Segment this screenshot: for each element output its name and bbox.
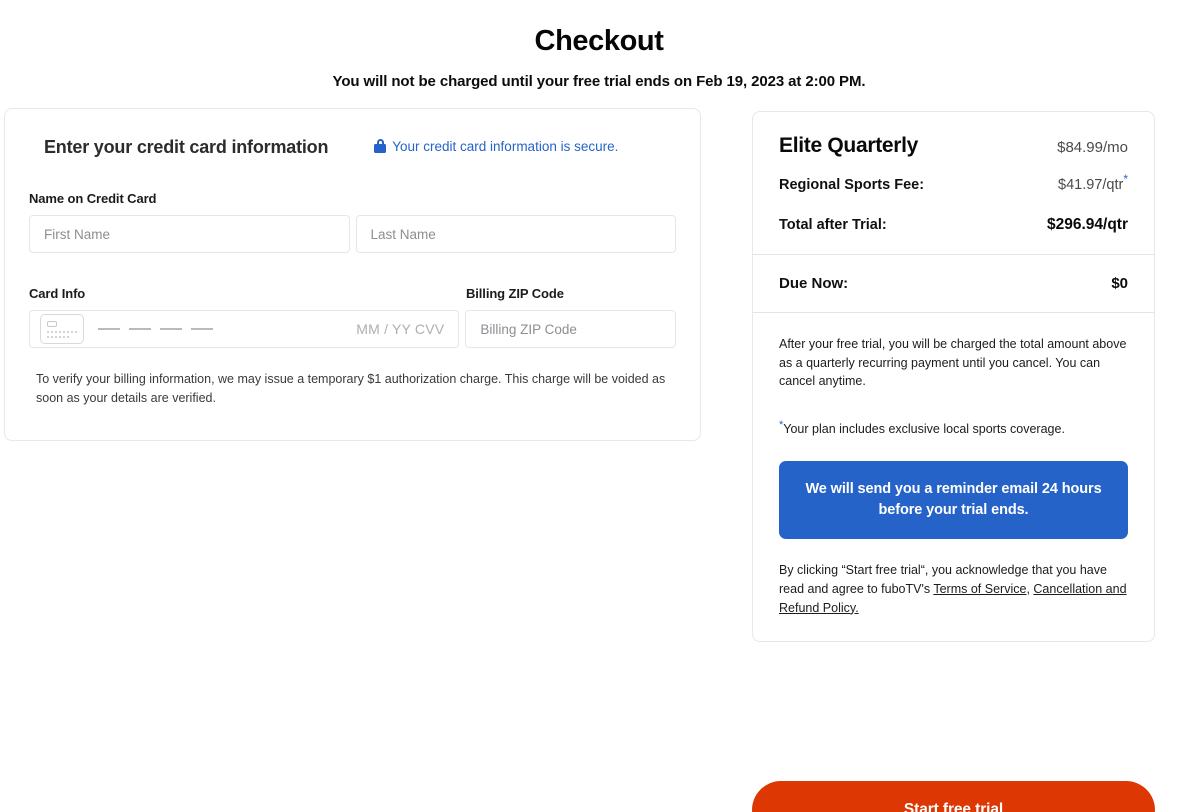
order-summary-panel: Elite Quarterly $84.99/mo Regional Sport…	[752, 111, 1155, 643]
summary-details: After your free trial, you will be charg…	[753, 313, 1154, 641]
recurring-payment-note: After your free trial, you will be charg…	[779, 336, 1127, 389]
card-number-input[interactable]: MM / YY CVV	[29, 310, 460, 348]
credit-card-form-card: Enter your credit card information Your …	[4, 108, 701, 441]
due-now-price: $0	[1111, 274, 1128, 292]
card-expiry-cvv-placeholder: MM / YY CVV	[356, 321, 445, 337]
due-now-label: Due Now:	[779, 274, 849, 292]
form-header: Enter your credit card information Your …	[29, 137, 676, 158]
billing-zip-input[interactable]: Billing ZIP Code	[465, 310, 676, 348]
lock-icon	[374, 139, 387, 153]
name-fields-row: First Name Last Name	[29, 215, 676, 253]
name-on-card-label: Name on Credit Card	[29, 191, 157, 206]
authorization-charge-note: To verify your billing information, we m…	[36, 372, 666, 406]
page-title: Checkout	[534, 25, 664, 57]
fee-asterisk: *	[1123, 172, 1128, 186]
plan-price: $84.99/mo	[1057, 139, 1128, 156]
last-name-placeholder: Last Name	[370, 226, 436, 242]
plan-row: Elite Quarterly $84.99/mo	[779, 134, 1128, 158]
credit-card-icon	[40, 314, 84, 344]
regional-fee-row: Regional Sports Fee: $41.97/qtr*	[779, 172, 1128, 193]
card-info-label: Card Info	[29, 286, 86, 301]
sports-coverage-note: *Your plan includes exclusive local spor…	[779, 419, 1065, 437]
secure-notice: Your credit card information is secure.	[374, 139, 618, 154]
billing-zip-placeholder: Billing ZIP Code	[480, 321, 577, 337]
secure-notice-label: Your credit card information is secure.	[392, 138, 619, 154]
due-now-row: Due Now: $0	[753, 255, 1154, 312]
summary-pricing: Elite Quarterly $84.99/mo Regional Sport…	[753, 112, 1154, 254]
checkout-page: Checkout You will not be charged until y…	[0, 0, 1198, 812]
regional-fee-price: $41.97/qtr*	[1058, 172, 1128, 193]
page-header: Checkout You will not be charged until y…	[0, 0, 1198, 90]
total-after-trial-row: Total after Trial: $296.94/qtr	[779, 216, 1128, 234]
card-labels-row: Card Info Billing ZIP Code	[29, 253, 676, 310]
first-name-input[interactable]: First Name	[29, 215, 350, 253]
first-name-placeholder: First Name	[44, 226, 111, 242]
reminder-email-banner: We will send you a reminder email 24 hou…	[779, 460, 1128, 540]
total-price: $296.94/qtr	[1047, 215, 1128, 233]
total-label: Total after Trial:	[779, 216, 887, 233]
card-number-placeholder-dashes	[98, 328, 213, 330]
start-free-trial-button[interactable]: Start free trial	[752, 781, 1155, 812]
terms-of-service-link[interactable]: Terms of Service	[933, 582, 1026, 596]
last-name-input[interactable]: Last Name	[355, 215, 676, 253]
form-title: Enter your credit card information	[44, 137, 329, 157]
terms-text: By clicking “Start free trial“, you ackn…	[779, 561, 1128, 617]
billing-zip-label: Billing ZIP Code	[466, 286, 564, 301]
card-fields-row: MM / YY CVV Billing ZIP Code	[29, 310, 676, 348]
trial-notice: You will not be charged until your free …	[332, 72, 866, 90]
plan-name: Elite Quarterly	[779, 134, 919, 157]
regional-fee-label: Regional Sports Fee:	[779, 176, 925, 193]
